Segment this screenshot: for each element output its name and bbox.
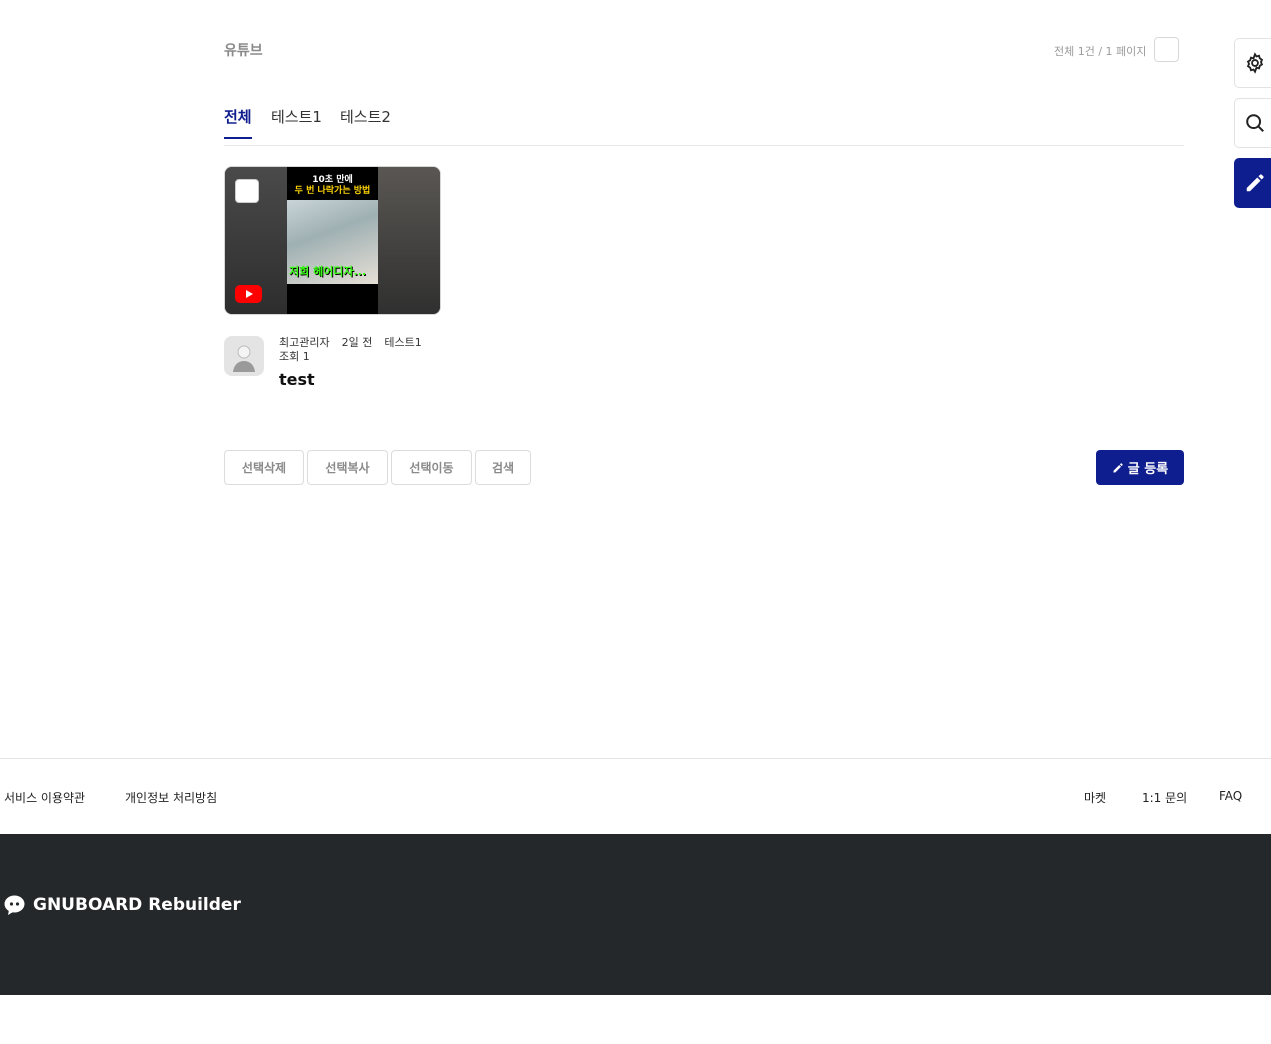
post-title[interactable]: test	[279, 370, 315, 389]
write-post-button[interactable]: 글 등록	[1096, 450, 1184, 485]
search-icon	[1245, 114, 1264, 132]
copy-selected-button[interactable]: 선택복사	[307, 450, 388, 485]
search-toggle-button[interactable]: 검색	[475, 450, 531, 485]
terms-link[interactable]: 서비스 이용약관	[4, 789, 85, 806]
thumbnail-right-panel	[378, 167, 440, 314]
chat-bubble-logo-icon	[4, 895, 25, 915]
post-author[interactable]: 최고관리자	[279, 336, 330, 349]
user-silhouette-icon	[233, 345, 255, 372]
board-title: 유튜브	[224, 43, 263, 59]
footer-links: 서비스 이용약관 개인정보 처리방침 마켓 1:1 문의 FAQ	[0, 758, 1271, 834]
tab-test2[interactable]: 테스트2	[340, 106, 391, 137]
footer-logo[interactable]: GNUBOARD Rebuilder	[4, 895, 241, 915]
thumbnail-caption-line1: 10초 만에	[312, 175, 353, 185]
post-thumbnail[interactable]: 10초 만에 두 번 나락가는 방법 저희 헤어디자...	[224, 166, 441, 315]
faq-link[interactable]: FAQ	[1219, 789, 1242, 803]
gear-icon	[1246, 52, 1263, 74]
tab-all[interactable]: 전체	[224, 106, 252, 139]
move-selected-button[interactable]: 선택이동	[391, 450, 472, 485]
pencil-icon	[1246, 174, 1264, 192]
select-all-checkbox[interactable]	[1154, 37, 1179, 62]
board-count: 전체 1건 / 1 페이지	[1054, 45, 1147, 58]
market-link[interactable]: 마켓	[1084, 789, 1106, 806]
post-category[interactable]: 테스트1	[384, 336, 421, 349]
thumbnail-caption: 10초 만에 두 번 나락가는 방법	[287, 175, 378, 197]
search-button[interactable]	[1234, 98, 1271, 148]
thumbnail-overlay-text: 저희 헤어디자...	[289, 265, 367, 278]
thumbnail-video-frame: 10초 만에 두 번 나락가는 방법 저희 헤어디자...	[287, 167, 378, 314]
post-date: 2일 전	[341, 336, 373, 349]
settings-button[interactable]	[1234, 38, 1271, 88]
tab-test1[interactable]: 테스트1	[271, 106, 322, 137]
post-views: 조회 1	[279, 350, 310, 363]
thumbnail-caption-line2: 두 번 나락가는 방법	[294, 186, 371, 196]
footer-bar: GNUBOARD Rebuilder	[0, 834, 1271, 995]
post-meta: 최고관리자 2일 전 테스트1 조회 1	[279, 336, 434, 364]
post-select-checkbox[interactable]	[235, 179, 259, 203]
footer-logo-text: GNUBOARD Rebuilder	[33, 895, 241, 915]
youtube-play-icon[interactable]	[235, 285, 262, 303]
write-post-label: 글 등록	[1127, 462, 1169, 477]
privacy-link[interactable]: 개인정보 처리방침	[125, 789, 217, 806]
pencil-icon	[1113, 462, 1123, 472]
write-side-button[interactable]	[1234, 158, 1271, 208]
category-tabs: 전체 테스트1 테스트2	[224, 100, 1184, 146]
inquiry-link[interactable]: 1:1 문의	[1142, 789, 1187, 806]
delete-selected-button[interactable]: 선택삭제	[224, 450, 304, 485]
avatar	[224, 336, 264, 376]
